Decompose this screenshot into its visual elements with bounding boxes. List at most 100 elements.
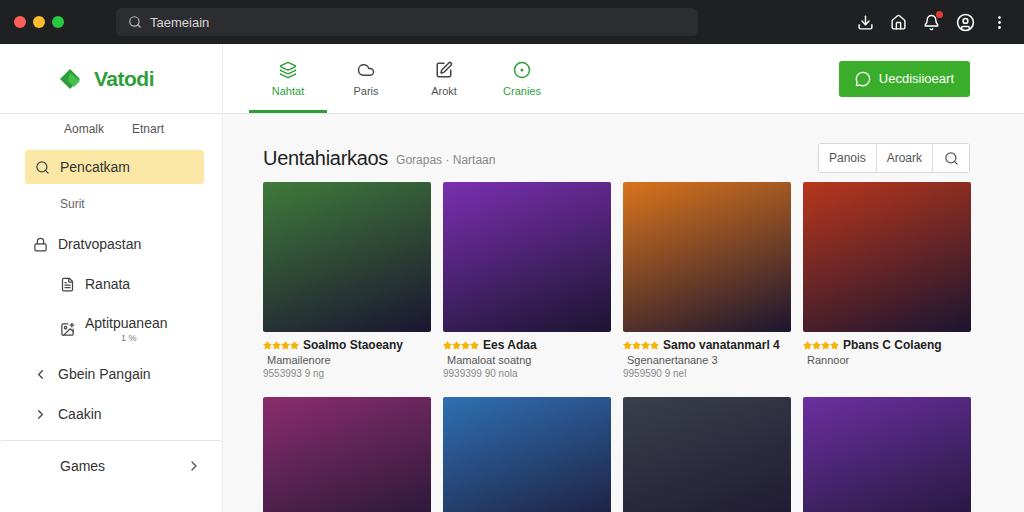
filter-button[interactable]: Panois xyxy=(819,144,877,172)
tab[interactable]: Paris xyxy=(327,44,405,113)
browser-actions xyxy=(857,13,1008,32)
chevron-right-icon xyxy=(186,458,202,474)
tab[interactable]: Arokt xyxy=(405,44,483,113)
game-art xyxy=(623,182,791,332)
sidebar-item[interactable]: Gbein Pangain xyxy=(25,354,204,394)
game-art xyxy=(803,397,971,512)
game-card[interactable]: Samo vanatanmarl 4 Sgenanertanane 3 995959… xyxy=(623,182,791,385)
logo[interactable]: Vatodi xyxy=(0,44,223,113)
tabs: NahtatParisAroktCranies xyxy=(249,44,561,113)
zoom-button[interactable] xyxy=(52,16,64,28)
game-grid: Soalmo StaoeanyMamailenore9553993 9 ngEe… xyxy=(263,182,970,512)
game-card[interactable]: Ees Adaa Mamaloat soatng 9939399 90 nola xyxy=(443,182,611,385)
notification-badge xyxy=(936,11,943,18)
star-icon xyxy=(452,341,461,350)
star-icon xyxy=(281,341,290,350)
download-icon[interactable] xyxy=(857,14,874,31)
game-card[interactable] xyxy=(443,397,611,512)
notifications[interactable] xyxy=(923,14,940,31)
game-art xyxy=(803,182,971,332)
star-icon xyxy=(443,341,452,350)
search-icon xyxy=(944,151,959,166)
sidebar-item[interactable]: Ranata xyxy=(25,264,204,304)
lock-icon xyxy=(33,237,48,252)
game-art xyxy=(443,182,611,332)
main-content: Uentahiarkaos Gorapas · Nartaan PanoisAroa… xyxy=(223,114,1024,512)
star-icon xyxy=(641,341,650,350)
game-card[interactable]: Pbans C Colaeng Rannoor xyxy=(803,182,971,385)
sidebar-item[interactable]: Caakin xyxy=(25,394,204,434)
star-icon xyxy=(803,341,812,350)
card-title: Pbans C Colaeng xyxy=(843,338,942,352)
star-icon xyxy=(650,341,659,350)
document-icon xyxy=(60,277,75,292)
page: Taemeiain Vatodi NahtatParisAroktCranies Ue… xyxy=(0,0,1024,512)
breadcrumbs: Gorapas · Nartaan xyxy=(396,153,495,167)
sidebar-header: Aomalk Etnart xyxy=(0,118,222,140)
card-meta: 9959590 9 nel xyxy=(623,368,791,379)
star-icon xyxy=(812,341,821,350)
game-card[interactable] xyxy=(263,397,431,512)
game-art xyxy=(263,182,431,332)
card-meta: 9553993 9 ng xyxy=(263,368,431,379)
search-button[interactable] xyxy=(933,144,969,172)
card-info: Samo vanatanmarl 4 Sgenanertanane 3 995959… xyxy=(623,332,791,385)
logo-icon xyxy=(58,67,88,91)
star-icon xyxy=(290,341,299,350)
card-subtitle: Rannoor xyxy=(803,354,971,366)
filter-group: PanoisAroark xyxy=(818,143,970,173)
star-icon xyxy=(272,341,281,350)
sidebar-item[interactable]: Aptitpuanean1 % xyxy=(25,304,204,354)
star-rating xyxy=(623,341,659,350)
action-button[interactable]: Uecdisiioeart xyxy=(839,61,970,97)
card-info: Pbans C Colaeng Rannoor xyxy=(803,332,971,385)
search-icon xyxy=(128,15,142,29)
sidebar-item[interactable]: Dratvopastan xyxy=(25,224,204,264)
game-art xyxy=(623,397,791,512)
sidebar-header-label[interactable]: Aomalk xyxy=(64,122,104,136)
filter-button[interactable]: Aroark xyxy=(877,144,933,172)
game-card[interactable] xyxy=(623,397,791,512)
game-card[interactable] xyxy=(803,397,971,512)
close-button[interactable] xyxy=(14,16,26,28)
tab-icon xyxy=(279,61,297,79)
sidebar-note: 1 % xyxy=(85,333,168,343)
card-subtitle: Mamaloat soatng xyxy=(443,354,611,366)
address-bar[interactable]: Taemeiain xyxy=(116,8,698,36)
tab-icon xyxy=(513,61,531,79)
more-icon[interactable] xyxy=(991,14,1008,31)
section-title: Uentahiarkaos xyxy=(263,147,388,170)
tab[interactable]: Nahtat xyxy=(249,44,327,113)
card-meta: 9939399 90 nola xyxy=(443,368,611,379)
game-card[interactable]: Soalmo StaoeanyMamailenore9553993 9 ng xyxy=(263,182,431,385)
sidebar-item[interactable]: Surit xyxy=(25,184,204,224)
card-subtitle: Mamailenore xyxy=(263,354,431,366)
game-art xyxy=(263,397,431,512)
app-header: Vatodi NahtatParisAroktCranies Uecdisiioea… xyxy=(0,44,1024,114)
tab-icon xyxy=(435,61,453,79)
card-info: Ees Adaa Mamaloat soatng 9939399 90 nola xyxy=(443,332,611,385)
card-subtitle: Sgenanertanane 3 xyxy=(623,354,791,366)
star-icon xyxy=(821,341,830,350)
star-icon xyxy=(623,341,632,350)
sidebar-item[interactable]: Games xyxy=(0,440,222,490)
section-header: Uentahiarkaos Gorapas · Nartaan PanoisAroa… xyxy=(263,144,970,172)
card-title: Ees Adaa xyxy=(483,338,537,352)
card-title: Samo vanatanmarl 4 xyxy=(663,338,780,352)
home-icon[interactable] xyxy=(890,14,907,31)
tab[interactable]: Cranies xyxy=(483,44,561,113)
sidebar-header-label[interactable]: Etnart xyxy=(132,122,164,136)
star-rating xyxy=(803,341,839,350)
star-icon xyxy=(830,341,839,350)
sidebar-item[interactable]: Pencatkam xyxy=(25,150,204,184)
game-art xyxy=(443,397,611,512)
user-icon[interactable] xyxy=(956,13,975,32)
minimize-button[interactable] xyxy=(33,16,45,28)
star-rating xyxy=(443,341,479,350)
search-icon xyxy=(35,160,50,175)
card-info: Soalmo StaoeanyMamailenore9553993 9 ng xyxy=(263,332,431,385)
chevron-left-icon xyxy=(33,367,48,382)
star-rating xyxy=(263,341,299,350)
chevron-right-icon xyxy=(33,407,48,422)
logo-text: Vatodi xyxy=(94,67,154,91)
